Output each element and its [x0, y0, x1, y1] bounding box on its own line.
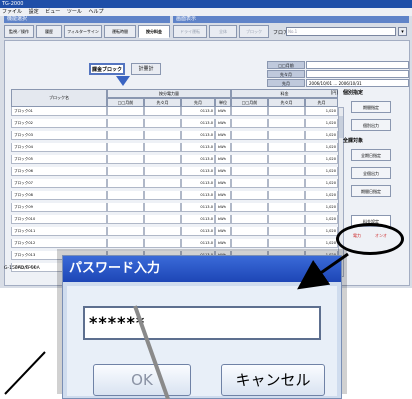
left-callout-line [4, 351, 46, 395]
pointer-arrow-icon [297, 252, 349, 290]
annotation-arrows [4, 252, 349, 399]
pen-stroke-line [133, 305, 170, 399]
